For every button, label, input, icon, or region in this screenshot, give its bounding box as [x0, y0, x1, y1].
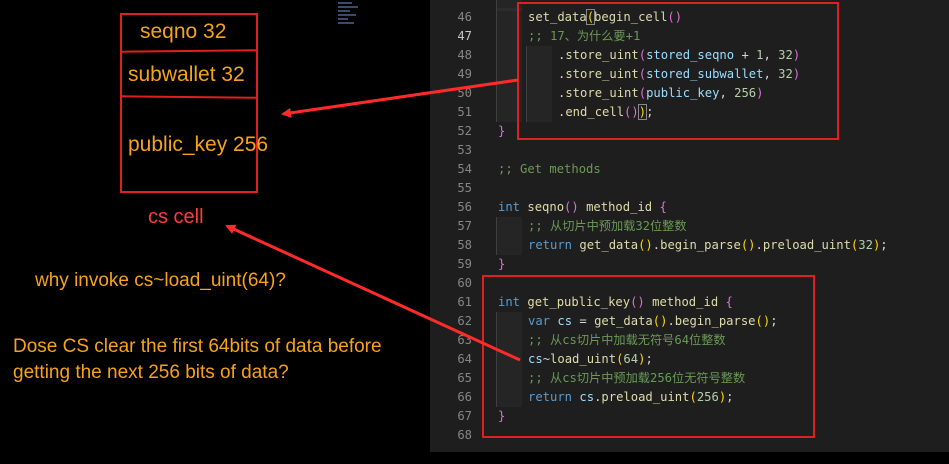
- question-load-uint: why invoke cs~load_uint(64)?: [35, 270, 286, 291]
- code-editor[interactable]: 46 set_data(begin_cell() 47 ;; 17、为什么要+1…: [430, 0, 949, 452]
- code-line: 53: [457, 143, 472, 157]
- highlight-set-data-box: [517, 2, 839, 140]
- field-seqno: seqno 32: [140, 20, 227, 43]
- question-clear-bits-line2: getting the next 256 bits of data?: [13, 362, 289, 383]
- code-line: 57 ;; 从切片中预加载32位整数: [430, 217, 949, 236]
- code-line: 55: [457, 181, 472, 195]
- code-line: 56 int seqno() method_id {: [457, 200, 667, 214]
- highlight-get-public-key-box: [482, 275, 815, 438]
- minimap-fragment: [338, 2, 360, 32]
- code-line-partial: [430, 445, 949, 464]
- field-subwallet: subwallet 32: [128, 63, 245, 86]
- code-line: 54 ;; Get methods: [457, 162, 601, 176]
- code-line: 59 }: [457, 257, 506, 271]
- code-line: 58 return get_data().begin_parse().prelo…: [430, 236, 949, 255]
- field-public-key: public_key 256: [128, 133, 269, 156]
- question-clear-bits-line1: Dose CS clear the first 64bits of data b…: [13, 336, 382, 357]
- cs-cell-label: cs cell: [148, 206, 204, 228]
- annotation-panel: seqno 32 subwallet 32 public_key 256 cs …: [0, 0, 430, 452]
